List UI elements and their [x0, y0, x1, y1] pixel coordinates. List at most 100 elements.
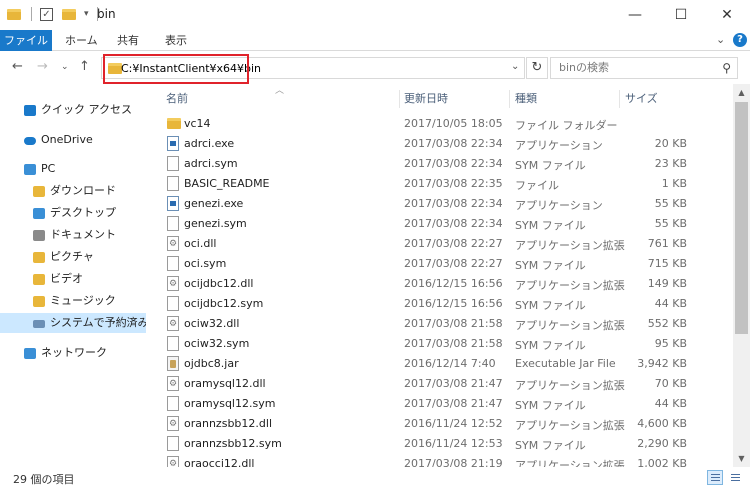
file-name: ociw32.dll: [184, 317, 240, 330]
nav-item-downloads[interactable]: ダウンロード: [0, 181, 146, 201]
file-row-genezi-exe[interactable]: genezi.exe 2017/03/08 22:34 アプリケーション 55 KB: [160, 194, 690, 214]
cloud-icon: [24, 137, 36, 145]
scroll-down-icon[interactable]: ▼: [733, 450, 750, 467]
nav-item-pc[interactable]: PC: [0, 159, 146, 179]
file-row-ociw32-sym[interactable]: ociw32.sym 2017/03/08 21:58 SYM ファイル 95 KB: [160, 334, 690, 354]
help-icon[interactable]: ?: [733, 33, 747, 47]
nav-item-label: ピクチャ: [50, 250, 94, 263]
file-type: アプリケーション拡張: [515, 419, 625, 432]
file-row-ojdbc8-jar[interactable]: ojdbc8.jar 2016/12/14 7:40 Executable Jar …: [160, 354, 690, 374]
file-type: SYM ファイル: [515, 339, 586, 352]
nav-item-documents[interactable]: ドキュメント: [0, 225, 146, 245]
properties-icon[interactable]: ✓: [40, 7, 53, 21]
file-row-ocijdbc12-sym[interactable]: ocijdbc12.sym 2016/12/15 16:56 SYM ファイル 44 …: [160, 294, 690, 314]
tab-file[interactable]: ファイル: [0, 30, 52, 51]
nav-item-music[interactable]: ミュージック: [0, 291, 146, 311]
recent-locations-chevron-icon[interactable]: ⌄: [61, 62, 69, 72]
file-type: Executable Jar File: [515, 357, 616, 370]
nav-item-pictures[interactable]: ピクチャ: [0, 247, 146, 267]
file-row-oramysql12-dll[interactable]: oramysql12.dll 2017/03/08 21:47 アプリケーション拡張…: [160, 374, 690, 394]
file-size: 761 KB: [647, 237, 687, 250]
refresh-button[interactable]: ↻: [526, 57, 548, 79]
star-icon: [24, 105, 36, 116]
file-type: アプリケーション: [515, 199, 603, 212]
dll-file-icon: [167, 456, 179, 467]
file-type: SYM ファイル: [515, 299, 586, 312]
file-row-adrci-exe[interactable]: adrci.exe 2017/03/08 22:34 アプリケーション 20 KB: [160, 134, 690, 154]
file-date: 2017/03/08 22:27: [404, 257, 503, 270]
nav-item-network[interactable]: ネットワーク: [0, 343, 146, 363]
scroll-thumb[interactable]: [735, 102, 748, 334]
file-name: adrci.sym: [184, 157, 238, 170]
column-divider[interactable]: [509, 90, 510, 108]
file-row-oraocci12-dll[interactable]: oraocci12.dll 2017/03/08 21:19 アプリケーション拡張 1…: [160, 454, 690, 467]
maximize-button[interactable]: ☐: [658, 0, 704, 30]
search-box[interactable]: ⚲: [550, 57, 738, 79]
nav-item-label: ビデオ: [50, 272, 83, 285]
up-button[interactable]: ↑: [79, 59, 90, 74]
vertical-scrollbar[interactable]: ▲ ▼: [733, 84, 750, 467]
file-row-oci-sym[interactable]: oci.sym 2017/03/08 22:27 SYM ファイル 715 KB: [160, 254, 690, 274]
file-name: ocijdbc12.dll: [184, 277, 254, 290]
nav-item-onedrive[interactable]: OneDrive: [0, 130, 146, 150]
large-icons-view-icon[interactable]: [727, 470, 743, 485]
column-divider[interactable]: [399, 90, 400, 108]
expand-ribbon-icon[interactable]: ⌄: [716, 33, 725, 46]
file-file-icon: [167, 436, 179, 451]
file-row-ociw32-dll[interactable]: ociw32.dll 2017/03/08 21:58 アプリケーション拡張 552 …: [160, 314, 690, 334]
file-row-basic-readme[interactable]: BASIC_README 2017/03/08 22:35 ファイル 1 KB: [160, 174, 690, 194]
new-folder-icon[interactable]: [62, 8, 76, 20]
file-date: 2017/10/05 18:05: [404, 117, 503, 130]
tab-share[interactable]: 共有: [117, 30, 139, 51]
column-header-size[interactable]: サイズ: [625, 90, 658, 108]
pc-icon: [24, 164, 36, 175]
file-size: 1 KB: [661, 177, 687, 190]
nav-item-videos[interactable]: ビデオ: [0, 269, 146, 289]
nav-item-desktop[interactable]: デスクトップ: [0, 203, 146, 223]
tab-view[interactable]: 表示: [165, 30, 187, 51]
file-size: 715 KB: [647, 257, 687, 270]
file-type: アプリケーション拡張: [515, 239, 625, 252]
file-row-orannzsbb12-dll[interactable]: orannzsbb12.dll 2016/11/24 12:52 アプリケーション拡…: [160, 414, 690, 434]
file-row-genezi-sym[interactable]: genezi.sym 2017/03/08 22:34 SYM ファイル 55 KB: [160, 214, 690, 234]
file-row-ocijdbc12-dll[interactable]: ocijdbc12.dll 2016/12/15 16:56 アプリケーション拡張 1…: [160, 274, 690, 294]
close-button[interactable]: ✕: [704, 0, 750, 30]
address-highlight-box: [103, 54, 249, 84]
file-row-oci-dll[interactable]: oci.dll 2017/03/08 22:27 アプリケーション拡張 761 KB: [160, 234, 690, 254]
column-divider[interactable]: [619, 90, 620, 108]
file-file-icon: [167, 396, 179, 411]
column-header-type[interactable]: 種類: [515, 90, 537, 108]
minimize-button[interactable]: —: [612, 0, 658, 30]
tab-home[interactable]: ホーム: [65, 30, 98, 51]
file-size: 70 KB: [654, 377, 687, 390]
file-type: SYM ファイル: [515, 259, 586, 272]
address-dropdown-icon[interactable]: ⌄: [511, 61, 519, 72]
column-header-name[interactable]: 名前: [166, 90, 188, 108]
forward-button[interactable]: →: [37, 59, 48, 74]
file-name: BASIC_README: [184, 177, 270, 190]
scroll-up-icon[interactable]: ▲: [733, 84, 750, 101]
file-name: adrci.exe: [184, 137, 235, 150]
download-folder-icon: [33, 186, 45, 197]
customize-toolbar-icon[interactable]: ▾: [84, 9, 89, 19]
nav-item-label: システムで予約済み (C: [50, 316, 146, 329]
file-size: 44 KB: [654, 297, 687, 310]
details-view-icon[interactable]: [707, 470, 723, 485]
back-button[interactable]: ←: [12, 59, 23, 74]
file-date: 2017/03/08 21:58: [404, 337, 503, 350]
file-size: 4,600 KB: [637, 417, 687, 430]
nav-item-system-drive[interactable]: システムで予約済み (C: [0, 313, 146, 333]
search-icon[interactable]: ⚲: [722, 61, 731, 75]
file-row-oramysql12-sym[interactable]: oramysql12.sym 2017/03/08 21:47 SYM ファイル 44…: [160, 394, 690, 414]
file-name: oramysql12.dll: [184, 377, 266, 390]
nav-item-label: OneDrive: [41, 133, 93, 146]
file-row-adrci-sym[interactable]: adrci.sym 2017/03/08 22:34 SYM ファイル 23 KB: [160, 154, 690, 174]
nav-item-quick-access[interactable]: クイック アクセス: [0, 100, 146, 120]
search-input[interactable]: [559, 61, 709, 74]
item-count: 29 個の項目: [13, 473, 75, 486]
file-name: vc14: [184, 117, 211, 130]
file-date: 2017/03/08 22:34: [404, 137, 503, 150]
file-row-orannzsbb12-sym[interactable]: orannzsbb12.sym 2016/11/24 12:53 SYM ファイル 2…: [160, 434, 690, 454]
file-row-vc14[interactable]: vc14 2017/10/05 18:05 ファイル フォルダー: [160, 114, 690, 134]
column-header-date[interactable]: 更新日時: [404, 90, 448, 108]
